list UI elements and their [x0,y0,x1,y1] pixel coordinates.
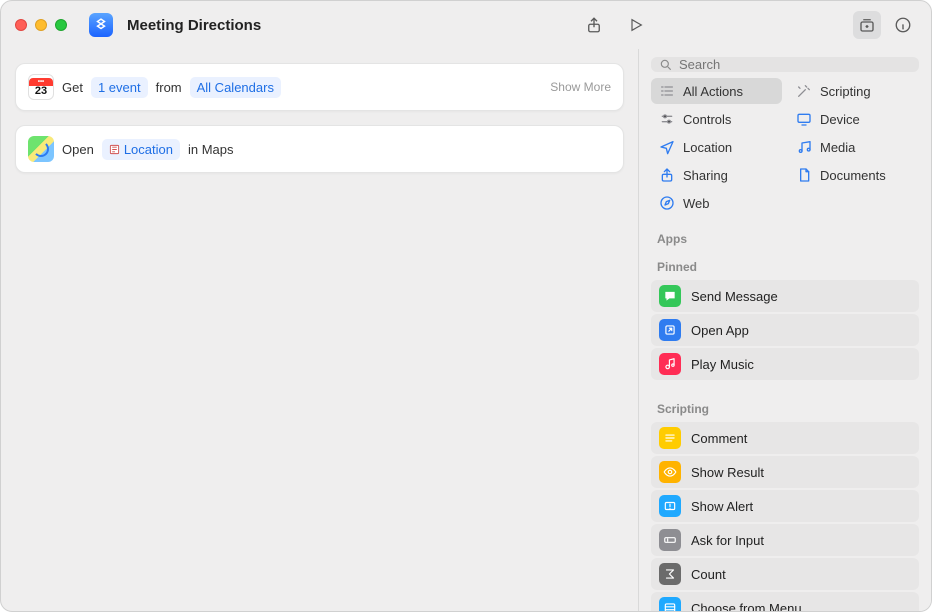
category-grid: All Actions Scripting Controls Device Locati… [639,78,931,222]
action-list-item[interactable]: Count [651,558,919,590]
action-text: in Maps [188,142,234,157]
share-icon [659,167,675,183]
action-list-item[interactable]: Play Music [651,348,919,380]
doc-icon [796,167,812,183]
minimize-window-button[interactable] [35,19,47,31]
scripting-section-header: Scripting [639,392,931,420]
monitor-icon [796,111,812,127]
fullscreen-window-button[interactable] [55,19,67,31]
note-icon [796,139,812,155]
input-icon [659,529,681,551]
action-text: Get [62,80,83,95]
eye-icon [659,461,681,483]
menu-icon [659,597,681,612]
share-button[interactable] [580,11,608,39]
lines-icon [659,427,681,449]
category-sharing[interactable]: Sharing [651,162,782,188]
action-list-item[interactable]: Send Message [651,280,919,312]
pinned-list: Send Message Open App Play Music [639,278,931,392]
calendars-token[interactable]: All Calendars [190,77,281,98]
calendar-app-icon: •••23 [28,74,54,100]
scripting-list: Comment Show Result Show Alert Ask for Inpu… [639,420,931,612]
action-label: Show Alert [691,499,753,514]
action-label: Comment [691,431,747,446]
action-text: Open [62,142,94,157]
search-field[interactable] [651,57,919,72]
titlebar-left: Meeting Directions [15,11,650,39]
action-label: Choose from Menu [691,601,802,612]
event-count-token[interactable]: 1 event [91,77,148,98]
category-label: All Actions [683,84,743,99]
category-label: Sharing [683,168,728,183]
category-web[interactable]: Web [651,190,782,216]
action-label: Show Result [691,465,764,480]
category-controls[interactable]: Controls [651,106,782,132]
wand-icon [796,83,812,99]
action-list-item[interactable]: Choose from Menu [651,592,919,612]
category-documents[interactable]: Documents [788,162,919,188]
category-label: Controls [683,112,731,127]
action-list-item[interactable]: Show Result [651,456,919,488]
location-variable-token[interactable]: Location [102,139,180,160]
app-window: Meeting Directions •••23 Get [0,0,932,612]
library-toggle-button[interactable] [853,11,881,39]
close-window-button[interactable] [15,19,27,31]
action-list-item[interactable]: Show Alert [651,490,919,522]
category-scripting[interactable]: Scripting [788,78,919,104]
search-input[interactable] [679,57,911,72]
action-list-item[interactable]: Open App [651,314,919,346]
traffic-lights [15,19,67,31]
category-label: Media [820,140,855,155]
sliders-icon [659,111,675,127]
action-text: from [156,80,182,95]
nav-icon [659,139,675,155]
category-label: Scripting [820,84,871,99]
action-list-item[interactable]: Comment [651,422,919,454]
music-icon [659,353,681,375]
action-label: Ask for Input [691,533,764,548]
alert-icon [659,495,681,517]
open-icon [659,319,681,341]
action-list-item[interactable]: Ask for Input [651,524,919,556]
category-label: Documents [820,168,886,183]
body: •••23 Get 1 event from All Calendars Sho… [1,49,931,611]
details-button[interactable] [889,11,917,39]
show-more-button[interactable]: Show More [550,80,611,94]
action-label: Count [691,567,726,582]
maps-app-icon [28,136,54,162]
apps-section-header: Apps [639,222,931,250]
sigma-icon [659,563,681,585]
category-device[interactable]: Device [788,106,919,132]
shortcut-app-icon [89,13,113,37]
window-title: Meeting Directions [127,17,261,34]
shortcut-editor[interactable]: •••23 Get 1 event from All Calendars Sho… [1,49,638,611]
search-icon [659,58,673,72]
titlebar-right [853,11,917,39]
action-label: Send Message [691,289,778,304]
run-button[interactable] [622,11,650,39]
category-location[interactable]: Location [651,134,782,160]
pinned-section-header: Pinned [639,250,931,278]
action-get-calendar-events[interactable]: •••23 Get 1 event from All Calendars Sho… [15,63,624,111]
msg-icon [659,285,681,307]
safari-icon [659,195,675,211]
action-library-sidebar: All Actions Scripting Controls Device Locati… [638,49,931,611]
action-open-in-maps[interactable]: Open Location in Maps [15,125,624,173]
action-label: Play Music [691,357,754,372]
category-label: Web [683,196,710,211]
category-all[interactable]: All Actions [651,78,782,104]
list-icon [659,83,675,99]
action-label: Open App [691,323,749,338]
titlebar: Meeting Directions [1,1,931,49]
category-label: Device [820,112,860,127]
category-label: Location [683,140,732,155]
category-media[interactable]: Media [788,134,919,160]
